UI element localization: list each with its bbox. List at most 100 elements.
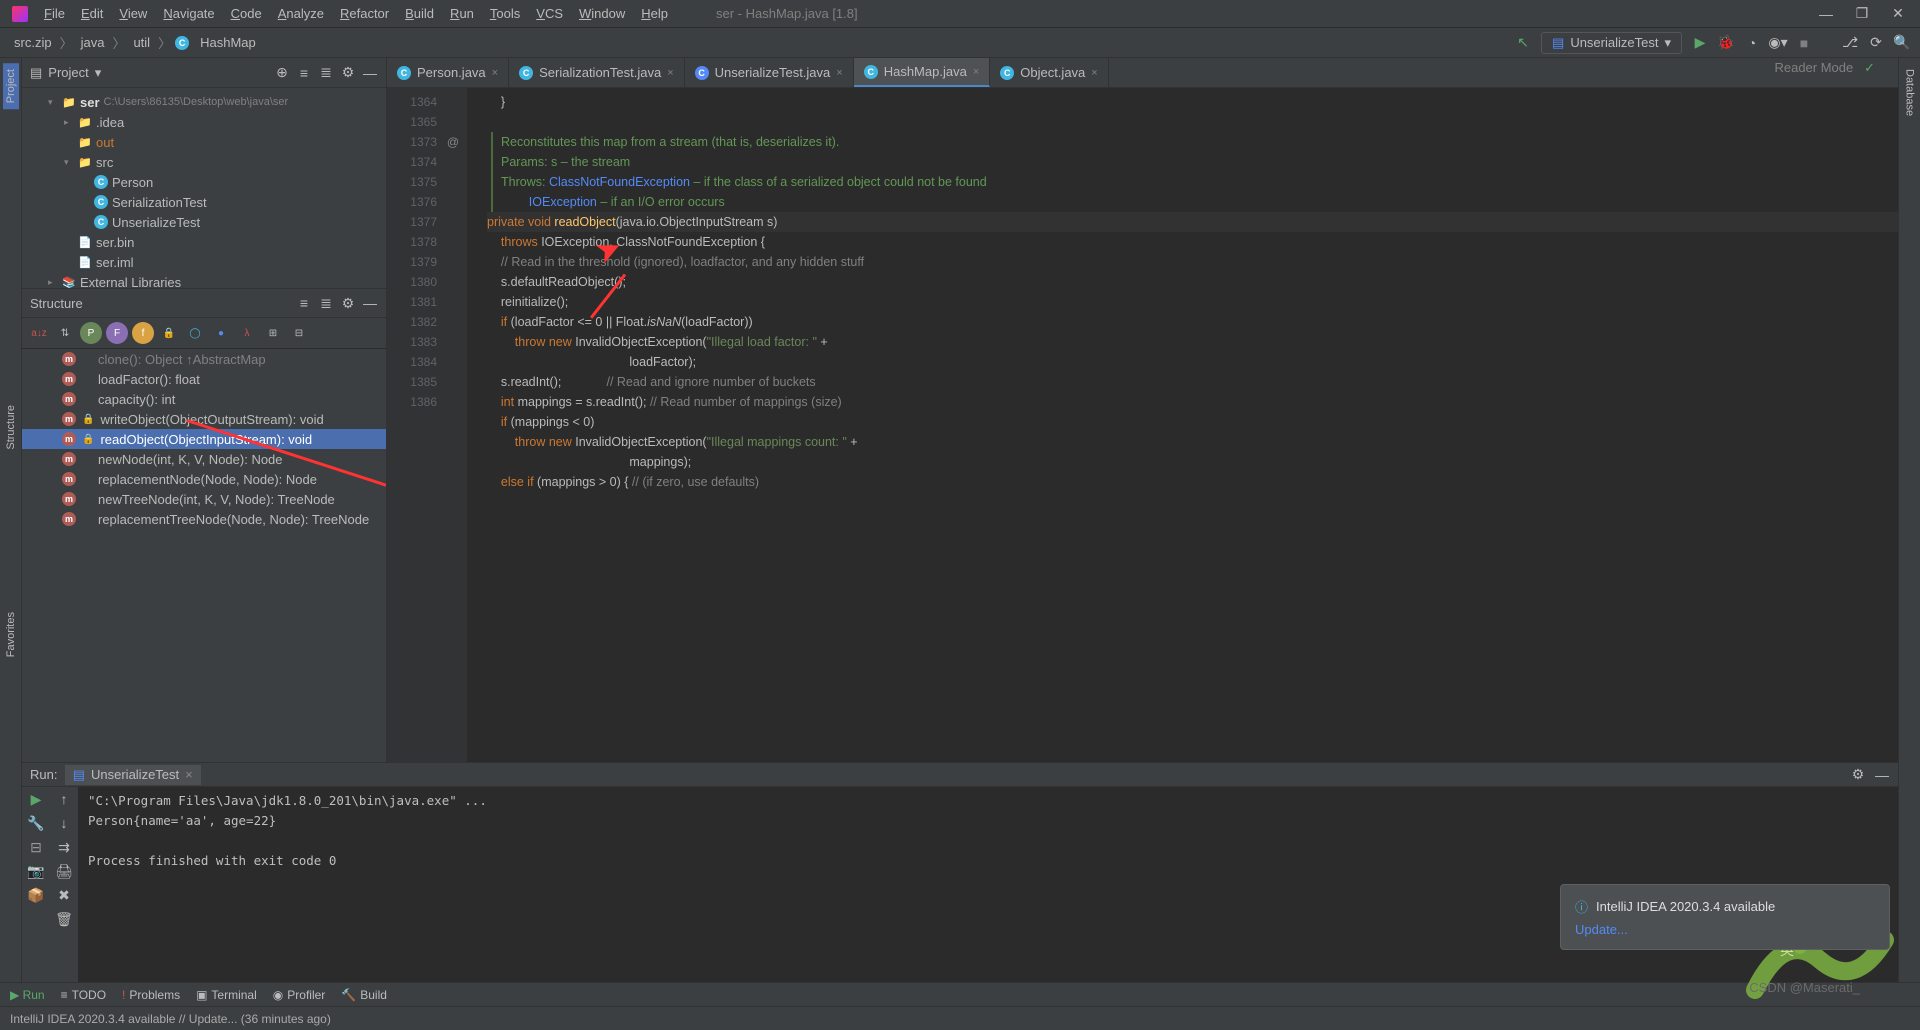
filter-icon[interactable]: ⊞ xyxy=(262,322,284,344)
bottom-item[interactable]: ! Problems xyxy=(122,988,180,1002)
rerun-icon[interactable]: ▶ xyxy=(28,791,44,807)
hide-icon[interactable]: — xyxy=(1874,767,1890,783)
structure-item[interactable]: mnewNode(int, K, V, Node): Node xyxy=(22,449,386,469)
structure-list[interactable]: mclone(): Object ↑AbstractMapmloadFactor… xyxy=(22,349,386,529)
editor-tab[interactable]: CHashMap.java× xyxy=(854,58,991,87)
reader-mode-label[interactable]: Reader Mode ✓ xyxy=(1774,60,1875,76)
menu-view[interactable]: View xyxy=(111,6,155,21)
tree-item[interactable]: 📁out xyxy=(22,132,386,152)
stop-icon[interactable]: ■ xyxy=(1796,35,1812,51)
menu-help[interactable]: Help xyxy=(633,6,676,21)
hide-icon[interactable]: — xyxy=(362,65,378,81)
minimize-icon[interactable]: — xyxy=(1818,6,1834,22)
run-tab[interactable]: ▤UnserializeTest × xyxy=(65,765,201,785)
tree-item[interactable]: CUnserializeTest xyxy=(22,212,386,232)
lock-icon[interactable]: 🔒 xyxy=(158,322,180,344)
structure-item[interactable]: mreplacementTreeNode(Node, Node): TreeNo… xyxy=(22,509,386,529)
close-icon[interactable]: ✕ xyxy=(1890,6,1906,22)
profile-icon[interactable]: ◉▾ xyxy=(1770,35,1786,51)
clear-icon[interactable]: ✖ xyxy=(56,887,72,903)
expand-icon[interactable]: ≡ xyxy=(296,65,312,81)
camera-icon[interactable]: 📷 xyxy=(28,863,44,879)
menu-run[interactable]: Run xyxy=(442,6,482,21)
menu-vcs[interactable]: VCS xyxy=(528,6,571,21)
debug-icon[interactable]: 🐞 xyxy=(1718,35,1734,51)
structure-item[interactable]: mnewTreeNode(int, K, V, Node): TreeNode xyxy=(22,489,386,509)
structure-item[interactable]: mclone(): Object ↑AbstractMap xyxy=(22,349,386,369)
update-notification[interactable]: ⓘ IntelliJ IDEA 2020.3.4 available Updat… xyxy=(1560,884,1890,950)
editor-tab[interactable]: CUnserializeTest.java× xyxy=(685,58,854,87)
tree-item[interactable]: ▾📁ser C:\Users\86135\Desktop\web\java\se… xyxy=(22,92,386,112)
bottom-item[interactable]: ▣ Terminal xyxy=(196,988,257,1002)
chevron-down-icon[interactable]: ▾ xyxy=(95,65,102,81)
anon-icon[interactable]: ◯ xyxy=(184,322,206,344)
filter-f-icon[interactable]: F xyxy=(106,322,128,344)
sort-az-icon[interactable]: a↓z xyxy=(28,322,50,344)
structure-item[interactable]: mreplacementNode(Node, Node): Node xyxy=(22,469,386,489)
up-icon[interactable]: ↑ xyxy=(56,791,72,807)
bin-icon[interactable]: 📦 xyxy=(28,887,44,903)
menu-edit[interactable]: Edit xyxy=(73,6,111,21)
expand-icon[interactable]: ≡ xyxy=(296,295,312,311)
tree-item[interactable]: ▸📁.idea xyxy=(22,112,386,132)
maximize-icon[interactable]: ❐ xyxy=(1854,6,1870,22)
anon2-icon[interactable]: ● xyxy=(210,322,232,344)
bottom-item[interactable]: ◉ Profiler xyxy=(273,988,326,1002)
crumb[interactable]: java xyxy=(77,33,109,52)
editor-tab[interactable]: CSerializationTest.java× xyxy=(509,58,685,87)
structure-item[interactable]: m🔒readObject(ObjectInputStream): void xyxy=(22,429,386,449)
back-build-icon[interactable]: ↖ xyxy=(1515,35,1531,51)
menu-navigate[interactable]: Navigate xyxy=(155,6,222,21)
print-icon[interactable]: 🖨 xyxy=(56,863,72,879)
wrench-icon[interactable]: 🔧 xyxy=(28,815,44,831)
tree-item[interactable]: 📄ser.iml xyxy=(22,252,386,272)
structure-item[interactable]: mloadFactor(): float xyxy=(22,369,386,389)
project-tool-tab[interactable]: Project xyxy=(3,63,19,109)
run-icon[interactable]: ▶ xyxy=(1692,35,1708,51)
update-link[interactable]: Update... xyxy=(1575,922,1875,937)
run-config-dropdown[interactable]: ▤ UnserializeTest ▾ xyxy=(1541,32,1682,54)
lambda-icon[interactable]: λ xyxy=(236,322,258,344)
tree-item[interactable]: 📄ser.bin xyxy=(22,232,386,252)
tree-item[interactable]: ▾📁src xyxy=(22,152,386,172)
run-tab-btn[interactable]: ▶ Run xyxy=(10,988,45,1002)
settings-icon[interactable]: ⚙ xyxy=(1850,767,1866,783)
crumb[interactable]: src.zip xyxy=(10,33,56,52)
favorites-tool-tab[interactable]: Favorites xyxy=(3,606,19,663)
sort-icon[interactable]: ⇅ xyxy=(54,322,76,344)
menu-refactor[interactable]: Refactor xyxy=(332,6,397,21)
bottom-item[interactable]: 🔨 Build xyxy=(341,988,387,1002)
database-tool-tab[interactable]: Database xyxy=(1902,63,1918,122)
coverage-icon[interactable]: ◔ xyxy=(1744,35,1760,51)
menu-file[interactable]: File xyxy=(36,6,73,21)
bottom-item[interactable]: ≡ TODO xyxy=(61,988,106,1002)
editor-tab[interactable]: CPerson.java× xyxy=(387,58,509,87)
structure-tool-tab[interactable]: Structure xyxy=(3,399,19,456)
project-tree[interactable]: ▾📁ser C:\Users\86135\Desktop\web\java\se… xyxy=(22,88,386,288)
hide-icon[interactable]: — xyxy=(362,295,378,311)
menu-tools[interactable]: Tools xyxy=(482,6,528,21)
settings-icon[interactable]: ⚙ xyxy=(340,65,356,81)
tree-item[interactable]: CPerson xyxy=(22,172,386,192)
trash-icon[interactable]: 🗑 xyxy=(56,911,72,927)
structure-item[interactable]: mcapacity(): int xyxy=(22,389,386,409)
tree-item[interactable]: CSerializationTest xyxy=(22,192,386,212)
menu-build[interactable]: Build xyxy=(397,6,442,21)
locate-icon[interactable]: ⊕ xyxy=(274,65,290,81)
tree-item[interactable]: ▸📚External Libraries xyxy=(22,272,386,288)
menu-window[interactable]: Window xyxy=(571,6,633,21)
editor-tab[interactable]: CObject.java× xyxy=(990,58,1108,87)
structure-icon[interactable]: ⊟ xyxy=(28,839,44,855)
settings-icon[interactable]: ⚙ xyxy=(340,295,356,311)
crumb[interactable]: HashMap xyxy=(196,33,260,52)
git-icon[interactable]: ⎇ xyxy=(1842,35,1858,51)
menu-code[interactable]: Code xyxy=(223,6,270,21)
filter2-icon[interactable]: ⊟ xyxy=(288,322,310,344)
menu-analyze[interactable]: Analyze xyxy=(270,6,332,21)
structure-item[interactable]: m🔒writeObject(ObjectOutputStream): void xyxy=(22,409,386,429)
down-icon[interactable]: ↓ xyxy=(56,815,72,831)
crumb[interactable]: util xyxy=(129,33,154,52)
filter-f2-icon[interactable]: f xyxy=(132,322,154,344)
collapse-icon[interactable]: ≣ xyxy=(318,65,334,81)
collapse-icon[interactable]: ≣ xyxy=(318,295,334,311)
